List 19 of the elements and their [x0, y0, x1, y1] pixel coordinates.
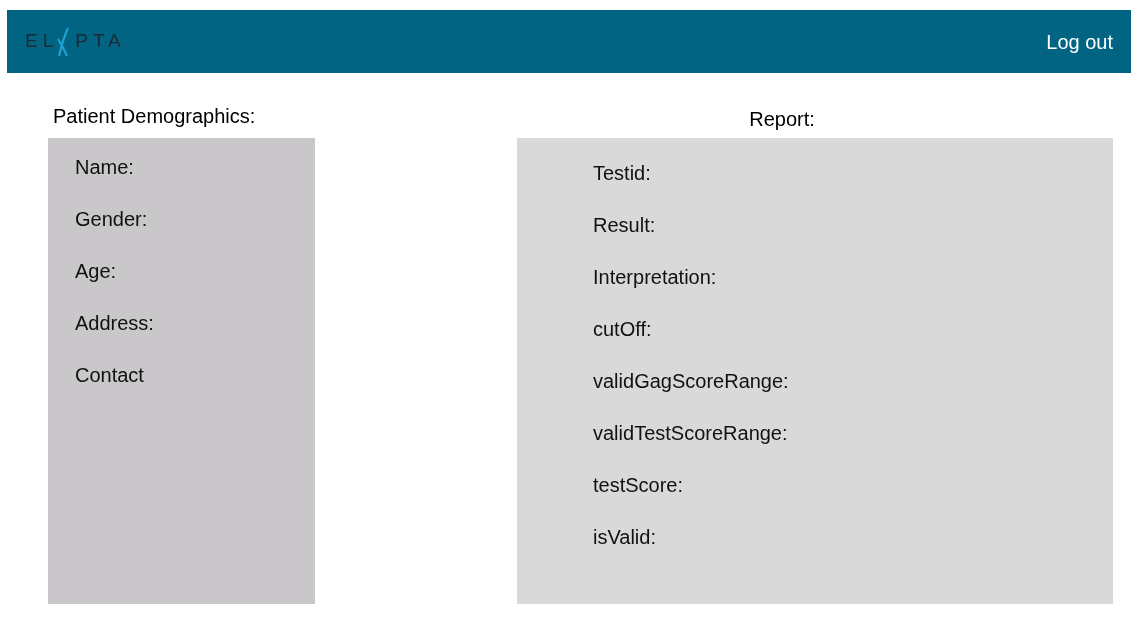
field-label: Interpretation: [593, 265, 718, 289]
field-label: Age: [75, 259, 118, 283]
section-title: Report: [748, 107, 816, 129]
logo-x-icon [56, 26, 71, 57]
field-label: validGagScoreRange: [593, 369, 790, 393]
field-label: testScore: [593, 473, 685, 497]
field-label: Name: [75, 155, 135, 179]
field-label: validTestScoreRange: [593, 421, 789, 445]
logo-text: PTA [75, 29, 126, 54]
field-label: cutOff: [593, 317, 653, 341]
field-label: Gender: [75, 207, 149, 231]
section-title: Patient Demographics: [53, 104, 257, 129]
field-label: Testid: [593, 161, 652, 185]
logout-link[interactable]: Log out [1046, 26, 1113, 57]
field-label: Result: [593, 213, 657, 237]
field-label: Contact [75, 363, 145, 387]
field-label: Address: [75, 311, 155, 335]
field-label: isValid: [593, 525, 657, 549]
logo-text: EL [25, 29, 59, 54]
